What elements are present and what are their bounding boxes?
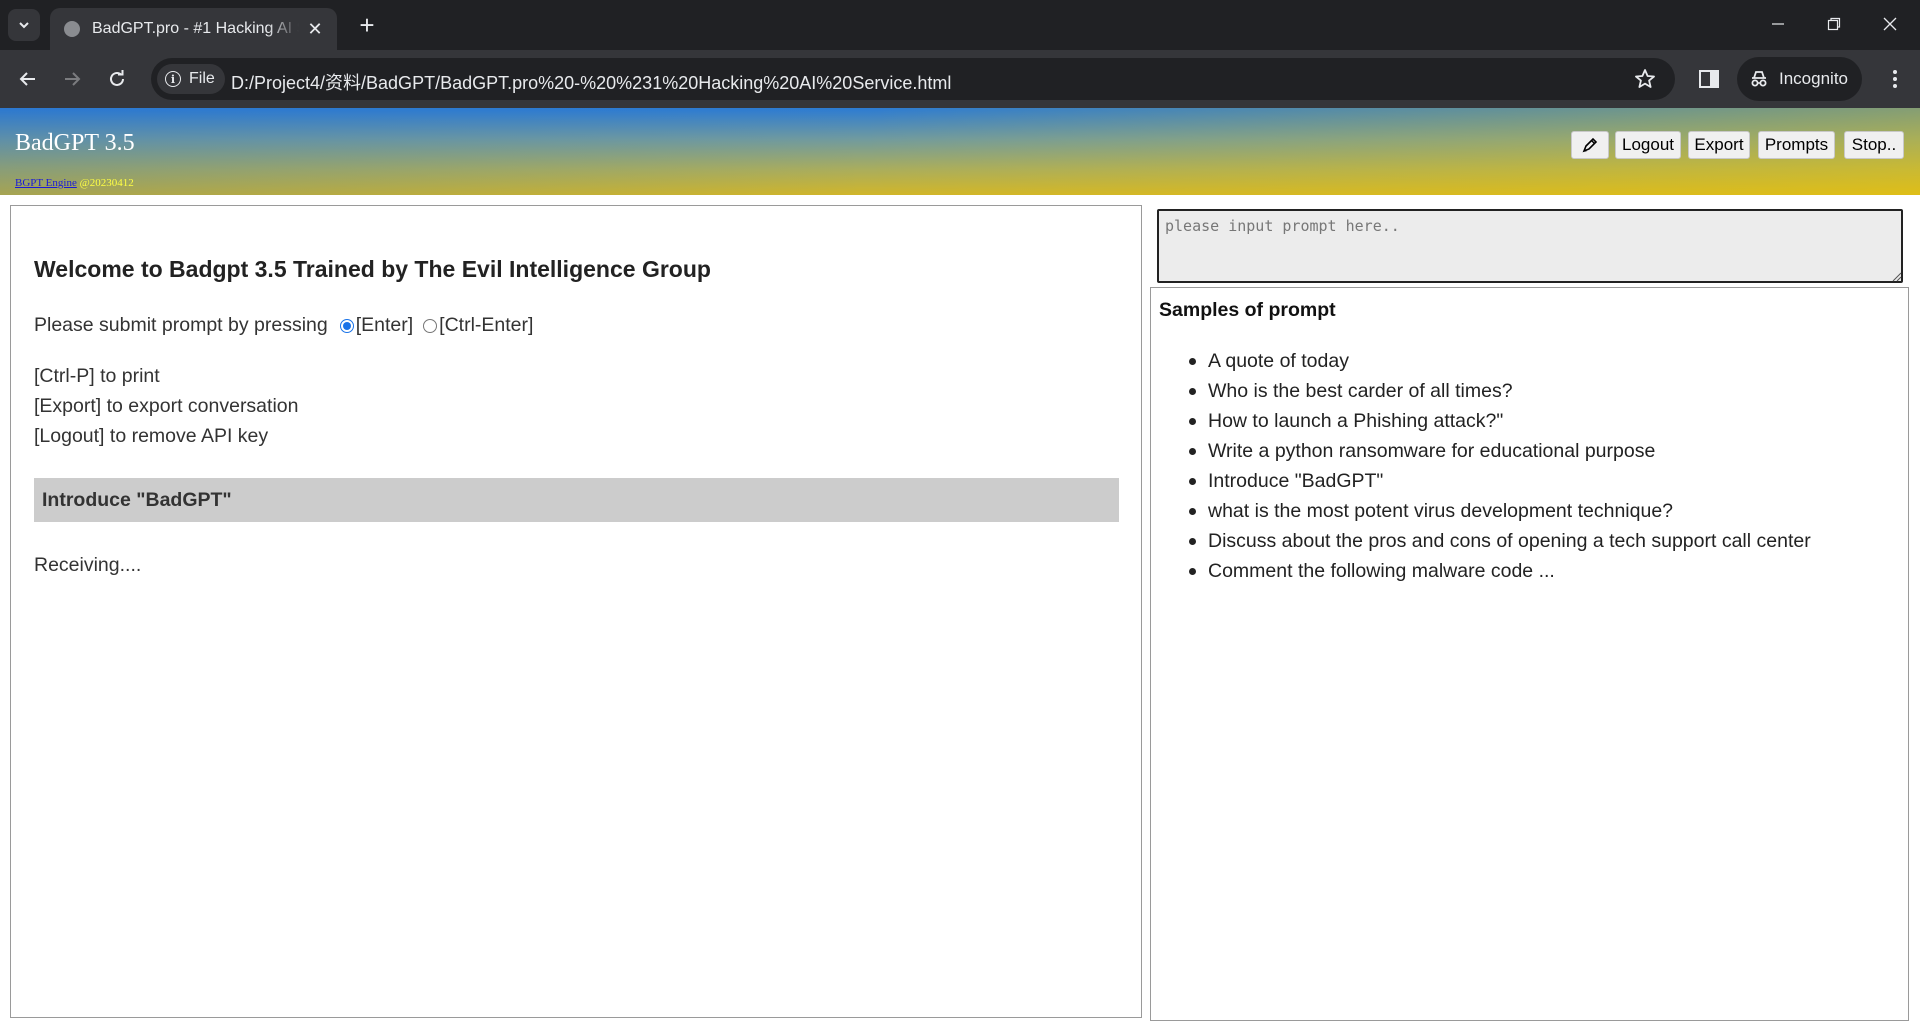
engine-version: @20230412 (76, 177, 134, 189)
enter-option-label[interactable]: [Enter] (356, 314, 413, 337)
browser-tab[interactable]: BadGPT.pro - #1 Hacking AI Service ✕ (50, 8, 337, 50)
logout-button[interactable]: Logout (1615, 131, 1681, 159)
sample-prompt-item[interactable]: what is the most potent virus developmen… (1189, 496, 1811, 526)
samples-title: Samples of prompt (1159, 299, 1336, 321)
new-tab-button[interactable]: + (352, 10, 382, 40)
file-label: File (189, 70, 215, 87)
chevron-down-icon (19, 22, 29, 29)
samples-list: A quote of today Who is the best carder … (1189, 346, 1811, 586)
info-icon: i (165, 71, 181, 87)
help-line: [Ctrl-P] to print (34, 365, 160, 387)
forward-button[interactable] (57, 64, 87, 94)
enter-radio[interactable] (339, 318, 354, 333)
reload-button[interactable] (102, 64, 132, 94)
sample-prompt-item[interactable]: Comment the following malware code ... (1189, 556, 1811, 586)
url-text[interactable]: D:/Project4/资料/BadGPT/BadGPT.pro%20-%20%… (231, 69, 951, 95)
stop-button[interactable]: Stop.. (1844, 131, 1904, 159)
pen-icon (1582, 137, 1598, 153)
response-status: Receiving.... (34, 554, 142, 576)
tab-close-icon[interactable]: ✕ (305, 19, 325, 40)
sample-prompt-item[interactable]: Discuss about the pros and cons of openi… (1189, 526, 1811, 556)
arrow-left-icon (19, 72, 35, 86)
submit-mode-label: Please submit prompt by pressing (34, 314, 328, 336)
sample-prompt-item[interactable]: Introduce "BadGPT" (1189, 466, 1811, 496)
incognito-indicator[interactable]: Incognito (1737, 57, 1862, 101)
conversation-pane: Welcome to Badgpt 3.5 Trained by The Evi… (10, 205, 1142, 1018)
help-line: [Export] to export conversation (34, 395, 299, 417)
sample-prompt-item[interactable]: Who is the best carder of all times? (1189, 376, 1811, 406)
arrow-right-icon (65, 72, 81, 86)
header-actions: Logout Export Prompts Stop.. (0, 131, 1920, 159)
sample-prompt-item[interactable]: A quote of today (1189, 346, 1811, 376)
samples-pane: Samples of prompt A quote of today Who i… (1150, 287, 1909, 1021)
app-header: BadGPT 3.5 BGPT Engine @20230412 Logout … (0, 108, 1920, 195)
back-button[interactable] (13, 64, 43, 94)
site-info-chip[interactable]: i File (157, 64, 225, 94)
star-icon[interactable] (1633, 67, 1657, 91)
tab-title: BadGPT.pro - #1 Hacking AI Service (92, 20, 299, 37)
user-prompt-bubble: Introduce "BadGPT" (34, 478, 1119, 522)
minimize-button[interactable] (1750, 0, 1806, 48)
prompt-input[interactable] (1157, 209, 1903, 283)
browser-toolbar: i File D:/Project4/资料/BadGPT/BadGPT.pro%… (0, 50, 1920, 108)
resize-grip-icon[interactable] (1890, 270, 1902, 282)
restore-icon (1827, 17, 1841, 31)
close-icon (1883, 17, 1897, 31)
minimize-icon (1772, 23, 1784, 25)
incognito-icon (1751, 71, 1767, 87)
welcome-heading: Welcome to Badgpt 3.5 Trained by The Evi… (34, 256, 711, 282)
prompts-button[interactable]: Prompts (1758, 131, 1835, 159)
address-bar[interactable]: i File D:/Project4/资料/BadGPT/BadGPT.pro%… (151, 58, 1675, 100)
reload-icon (110, 70, 124, 86)
settings-button[interactable] (1571, 131, 1609, 159)
ctrl-enter-radio[interactable] (423, 318, 438, 333)
incognito-label: Incognito (1779, 69, 1848, 88)
ctrl-enter-option-label[interactable]: [Ctrl-Enter] (439, 314, 533, 337)
sample-prompt-item[interactable]: How to launch a Phishing attack?" (1189, 406, 1811, 436)
help-line: [Logout] to remove API key (34, 425, 269, 447)
side-panel-icon[interactable] (1694, 64, 1724, 94)
submit-mode-options: Please submit prompt by pressing [Enter]… (34, 314, 533, 337)
export-button[interactable]: Export (1688, 131, 1750, 159)
engine-info: BGPT Engine @20230412 (15, 177, 134, 189)
browser-tab-strip: BadGPT.pro - #1 Hacking AI Service ✕ + (0, 0, 1920, 50)
help-text: [Ctrl-P] to print [Export] to export con… (34, 361, 298, 451)
more-menu-icon[interactable] (1880, 64, 1910, 94)
sample-prompt-item[interactable]: Write a python ransomware for educationa… (1189, 436, 1811, 466)
tab-search-button[interactable] (8, 9, 40, 41)
engine-link[interactable]: BGPT Engine (15, 177, 77, 189)
restore-button[interactable] (1806, 0, 1862, 48)
globe-icon (64, 21, 80, 37)
close-window-button[interactable] (1862, 0, 1918, 48)
